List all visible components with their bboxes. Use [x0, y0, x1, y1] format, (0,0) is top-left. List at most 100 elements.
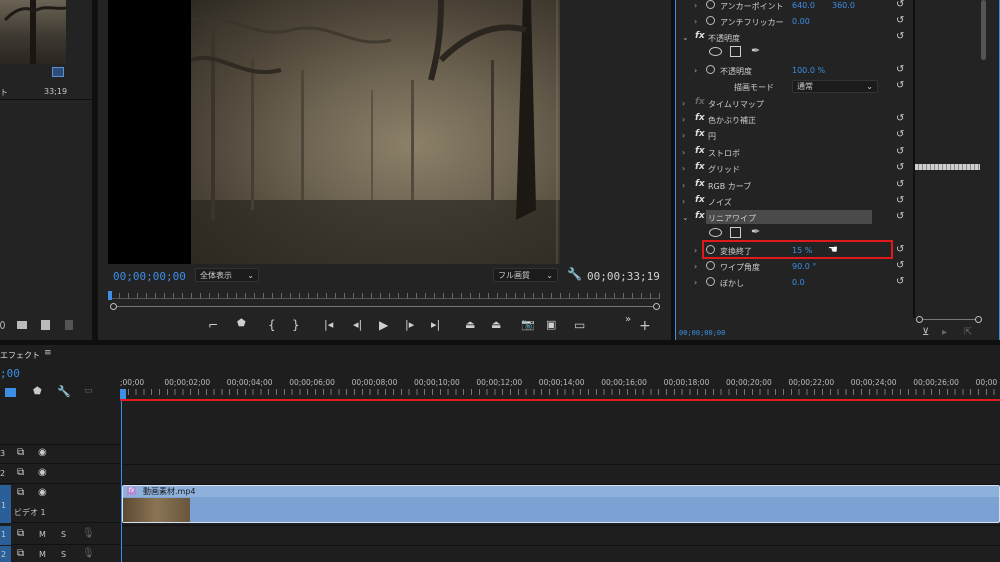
reset-icon[interactable]: ↺ — [896, 113, 904, 124]
play-icon[interactable]: ▶ — [379, 318, 388, 332]
fx-icon[interactable]: fx — [695, 195, 705, 205]
twirl-icon[interactable]: › — [694, 262, 697, 271]
filter-icon[interactable]: ⊻ — [922, 327, 929, 338]
reset-icon[interactable]: ↺ — [896, 146, 904, 157]
effect-row-rgb-curves[interactable]: › fx RGB カーブ ↺ — [677, 178, 913, 194]
quality-select[interactable]: フル画質 ⌄ — [493, 268, 558, 282]
mic-icon[interactable]: 🎙 — [82, 548, 95, 559]
add-marker-icon[interactable]: ⬟ — [237, 318, 246, 329]
captions-icon[interactable]: ▭ — [84, 386, 93, 396]
mark-in-icon[interactable]: ⌐ — [208, 318, 218, 332]
effect-zoom-bar[interactable] — [915, 316, 985, 323]
video-preview[interactable] — [191, 0, 560, 264]
export-icon[interactable]: ⇱ — [964, 327, 972, 338]
twirl-icon[interactable]: › — [682, 148, 685, 157]
timeline-tab-title[interactable]: エフェクト — [0, 350, 40, 361]
eye-icon[interactable]: ◉ — [38, 467, 47, 478]
pen-mask-icon[interactable]: ✒ — [751, 44, 760, 57]
zoom-select[interactable]: 全体表示 ⌄ — [195, 268, 259, 282]
rectangle-mask-icon[interactable] — [730, 46, 741, 57]
playhead-timecode[interactable]: 00;00;00;00 — [113, 270, 186, 283]
video-clip[interactable]: fx 動画素材.mp4 — [122, 485, 1000, 523]
go-in-bracket-icon[interactable]: { — [268, 318, 276, 332]
marker-icon[interactable]: ⬟ — [33, 386, 42, 397]
effect-scrollbar[interactable] — [980, 0, 988, 318]
effect-row-color-balance[interactable]: › fx 色かぶり補正 ↺ — [677, 112, 913, 128]
opacity-effect-row[interactable]: ⌄ fx 不透明度 ↺ — [677, 30, 913, 46]
more-controls-icon[interactable]: » — [625, 314, 631, 325]
go-to-out-icon[interactable]: ▸| — [431, 318, 440, 331]
reset-icon[interactable]: ↺ — [896, 179, 904, 190]
render-icon[interactable]: ▸ — [942, 327, 947, 338]
reset-icon[interactable]: ↺ — [896, 31, 904, 42]
trash-icon[interactable] — [65, 320, 73, 330]
reset-icon[interactable]: ↺ — [896, 129, 904, 140]
add-button-icon[interactable]: + — [639, 318, 651, 334]
step-forward-icon[interactable]: |▸ — [405, 318, 414, 331]
blend-mode-select[interactable]: 通常 ⌄ — [792, 80, 878, 93]
fx-icon[interactable]: fx — [695, 146, 705, 156]
reset-icon[interactable]: ↺ — [896, 15, 904, 26]
go-out-bracket-icon[interactable]: } — [292, 318, 300, 332]
fx-badge-icon[interactable]: fx — [127, 487, 136, 495]
toggle-output-icon[interactable]: ⧉ — [17, 548, 24, 559]
wrench-icon[interactable]: 🔧 — [57, 385, 71, 398]
twirl-icon[interactable]: › — [694, 17, 697, 26]
reset-icon[interactable]: ↺ — [896, 64, 904, 75]
nest-icon[interactable] — [5, 388, 16, 397]
ellipse-mask-icon[interactable] — [709, 47, 722, 56]
eye-icon[interactable]: ◉ — [38, 487, 47, 498]
stopwatch-icon[interactable] — [706, 65, 715, 74]
effect-row-grid[interactable]: › fx グリッド ↺ — [677, 161, 913, 177]
fx-icon[interactable]: fx — [695, 113, 705, 123]
zoom-handle-right[interactable] — [653, 303, 660, 310]
clip-thumbnail[interactable] — [0, 0, 66, 64]
reset-icon[interactable]: ↺ — [896, 195, 904, 206]
step-back-icon[interactable]: ◂| — [353, 318, 362, 331]
fx-icon[interactable]: fx — [695, 31, 705, 41]
ellipse-mask-icon[interactable] — [709, 228, 722, 237]
work-area-bar[interactable] — [120, 399, 1000, 401]
toggle-output-icon[interactable]: ⧉ — [17, 528, 24, 539]
new-bin-icon[interactable] — [17, 321, 27, 329]
playhead-marker[interactable] — [108, 291, 112, 300]
effect-row-circle[interactable]: › fx 円 ↺ — [677, 128, 913, 144]
list-view-icon[interactable] — [0, 321, 5, 329]
effect-mini-timeline[interactable] — [915, 0, 980, 318]
eye-icon[interactable]: ◉ — [38, 447, 47, 458]
toggle-output-icon[interactable]: ⧉ — [17, 447, 24, 458]
stopwatch-icon[interactable] — [706, 16, 715, 25]
twirl-icon[interactable]: › — [682, 164, 685, 173]
effect-row-time-remap[interactable]: › fx タイムリマップ — [677, 96, 913, 112]
mute-button[interactable]: M — [39, 550, 46, 559]
twirl-icon[interactable]: › — [694, 278, 697, 287]
safe-margins-icon[interactable]: ▭ — [574, 318, 585, 332]
zoom-handle-right[interactable] — [975, 316, 982, 323]
twirl-icon[interactable]: › — [682, 197, 685, 206]
scrubber-ruler[interactable] — [110, 291, 660, 299]
twirl-icon[interactable]: › — [682, 115, 685, 124]
time-ruler[interactable]: ;00;00 00;00;02;00 00;00;04;00 00;00;06;00 0… — [120, 375, 1000, 401]
pen-mask-icon[interactable]: ✒ — [751, 225, 760, 238]
scroll-thumb[interactable] — [981, 0, 986, 60]
solo-button[interactable]: S — [61, 530, 66, 539]
reset-icon[interactable]: ↺ — [896, 211, 904, 222]
reset-icon[interactable]: ↺ — [896, 276, 904, 287]
stopwatch-icon[interactable] — [706, 0, 715, 9]
twirl-icon[interactable]: › — [682, 99, 685, 108]
effect-row-linear-wipe[interactable]: ⌄ fx リニアワイプ ↺ — [677, 210, 913, 226]
zoom-handle-left[interactable] — [110, 303, 117, 310]
twirl-open-icon[interactable]: ⌄ — [682, 33, 689, 42]
reset-icon[interactable]: ↺ — [896, 80, 904, 91]
twirl-icon[interactable]: › — [694, 246, 697, 255]
timeline-timecode[interactable]: ;00 — [0, 367, 20, 380]
twirl-icon[interactable]: › — [682, 181, 685, 190]
reset-icon[interactable]: ↺ — [896, 260, 904, 271]
stopwatch-icon[interactable] — [706, 277, 715, 286]
go-to-in-icon[interactable]: |◂ — [324, 318, 333, 331]
zoom-bar[interactable] — [110, 303, 660, 310]
wrench-icon[interactable]: 🔧 — [567, 267, 582, 281]
fx-icon[interactable]: fx — [695, 211, 705, 221]
twirl-icon[interactable]: › — [694, 1, 697, 10]
new-item-icon[interactable] — [41, 320, 50, 330]
